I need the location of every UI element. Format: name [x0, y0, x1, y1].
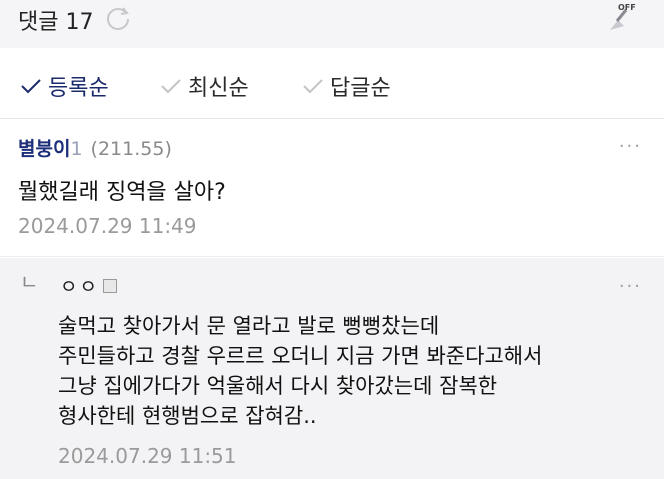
- reply-author-name[interactable]: ㅇㅇ: [60, 276, 99, 298]
- reply-body-line: 주민들하고 경찰 우르르 오더니 지금 가면 봐준다고해서: [58, 344, 543, 368]
- reply-body-line: 그냥 집에가다가 억울해서 다시 찾아갔는데 잠복한: [58, 374, 498, 398]
- comment-author-name[interactable]: 별붕이: [18, 138, 70, 160]
- check-icon: [21, 79, 41, 94]
- reply-body-line: 형사한테 현행범으로 잡혀감..: [58, 404, 317, 428]
- sort-option-replies[interactable]: 답글순: [302, 72, 391, 101]
- refresh-icon[interactable]: [104, 5, 132, 33]
- user-badge-icon: [102, 278, 117, 293]
- sort-option-latest[interactable]: 최신순: [160, 72, 249, 101]
- sort-bar: 등록순 최신순 답글순: [0, 48, 664, 119]
- comment-author-line: 별붕이1 (211.55): [18, 134, 172, 161]
- broom-off-badge: OFF: [618, 3, 636, 12]
- comment-body: 뭘했길래 징역을 살아?: [18, 180, 226, 205]
- sort-option-label: 최신순: [188, 76, 249, 101]
- more-options-icon[interactable]: ···: [619, 276, 642, 297]
- comment-author-level: 1: [70, 138, 83, 160]
- broom-off-icon[interactable]: OFF: [604, 0, 640, 36]
- check-icon: [303, 79, 323, 94]
- check-icon: [161, 79, 181, 94]
- comment-item: 별붕이1 (211.55) ··· 뭘했길래 징역을 살아? 2024.07.29…: [0, 120, 664, 257]
- reply-body: 술먹고 찾아가서 문 열라고 발로 뻥뻥찼는데 주민들하고 경찰 우르르 오더니…: [58, 311, 638, 431]
- reply-author-line: ㅇㅇ: [60, 272, 117, 299]
- comments-header: 댓글 17 OFF: [0, 0, 664, 48]
- reply-arrow-icon: ㄴ: [20, 270, 39, 294]
- comment-date: 2024.07.29 11:49: [18, 214, 197, 238]
- more-options-icon[interactable]: ···: [619, 136, 642, 157]
- reply-item: ㄴ ㅇㅇ ··· 술먹고 찾아가서 문 열라고 발로 뻥뻥찼는데 주민들하고 경…: [0, 258, 664, 479]
- comment-author-ip: (211.55): [90, 138, 172, 160]
- sort-option-label: 등록순: [48, 76, 109, 101]
- comment-count-title: 댓글 17: [18, 10, 94, 35]
- sort-option-label: 답글순: [330, 76, 391, 101]
- sort-option-registered[interactable]: 등록순: [20, 72, 109, 101]
- reply-date: 2024.07.29 11:51: [58, 444, 237, 468]
- reply-body-line: 술먹고 찾아가서 문 열라고 발로 뻥뻥찼는데: [58, 314, 440, 338]
